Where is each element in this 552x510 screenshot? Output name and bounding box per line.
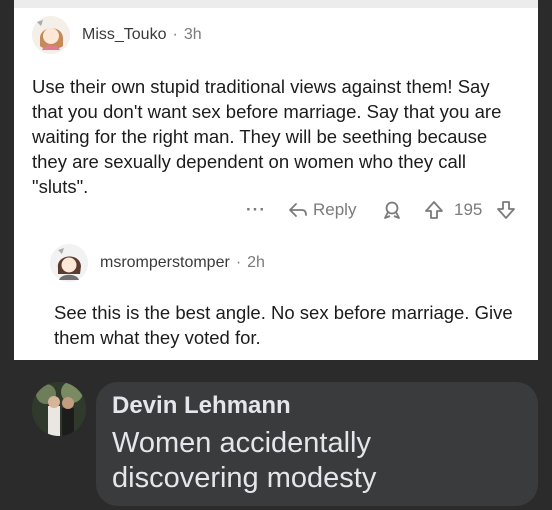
vote-count-value: 195 [454, 200, 483, 219]
comment-username[interactable]: Miss_Touko [82, 26, 166, 44]
reply-comment-header: msromperstomper · 2h [50, 244, 265, 282]
reply-user-avatar[interactable] [50, 244, 88, 282]
facebook-comment-bubble: Devin Lehmann Women accidentally discove… [96, 382, 538, 506]
reply-comment-body: See this is the best angle. No sex befor… [54, 302, 513, 348]
reply-label: Reply [313, 200, 357, 219]
upvote-arrow-icon [425, 201, 443, 219]
profile-photo-image [32, 382, 86, 436]
card-top-divider [14, 0, 538, 8]
comment-body: Use their own stupid traditional views a… [32, 76, 502, 197]
comment-timestamp: 3h [183, 26, 202, 43]
reply-button[interactable]: Reply [288, 200, 356, 220]
avatar-icon [32, 16, 70, 54]
reddit-comment-card: Miss_Touko · 3h Use their own stupid tra… [14, 0, 538, 360]
more-options-icon: ··· [246, 200, 266, 219]
commenter-name[interactable]: Devin Lehmann [112, 392, 291, 420]
comment-text: Women accidentally discovering modesty [112, 427, 377, 494]
comment-action-bar: ··· Reply 195 [14, 200, 538, 226]
award-icon [384, 201, 400, 219]
user-avatar[interactable] [32, 16, 70, 54]
meta-separator: · [235, 254, 242, 271]
more-options-button[interactable]: ··· [246, 200, 266, 220]
facebook-profile-photo[interactable] [32, 382, 86, 436]
award-button[interactable] [382, 200, 402, 220]
vote-count: 195 [454, 200, 482, 220]
upvote-button[interactable] [424, 200, 444, 220]
downvote-button[interactable] [496, 200, 516, 220]
meta-separator: · [172, 26, 178, 43]
comment-header: Miss_Touko · 3h [32, 16, 202, 54]
reply-username[interactable]: msromperstomper [100, 254, 230, 272]
downvote-arrow-icon [497, 201, 515, 219]
avatar-icon [50, 244, 88, 282]
reply-timestamp: 2h [247, 254, 265, 271]
reply-icon [289, 203, 307, 217]
